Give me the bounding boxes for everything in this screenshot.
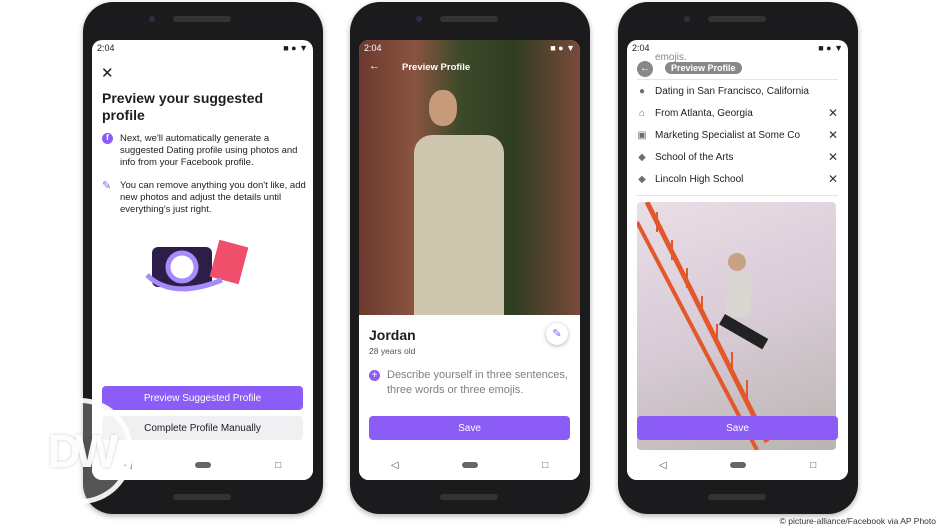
speaker-bottom [173,494,231,500]
details-list: ● Dating in San Francisco, California ⌂ Fr… [627,80,848,190]
detail-highschool: ◆ Lincoln High School ✕ [627,168,848,190]
detail-work: ▣ Marketing Specialist at Some Co ✕ [627,124,848,146]
detail-label: Marketing Specialist at Some Co [655,129,801,141]
detail-label: From Atlanta, Georgia [655,107,753,119]
detail-location: ● Dating in San Francisco, California [627,80,848,102]
speaker [440,16,498,22]
phone-2: 2:04 ■ ● ▼ ← Preview Profile Jordan 28 ye… [350,2,590,514]
save-button[interactable]: Save [369,416,570,440]
recents-icon[interactable]: □ [810,460,816,471]
edit-text: You can remove anything you don't like, … [120,180,306,215]
add-icon[interactable]: + [369,370,380,381]
recents-icon[interactable]: □ [275,460,281,471]
camera-illustration [145,239,249,292]
header-title: Preview Profile [665,62,742,74]
pencil-icon: ✎ [102,180,112,192]
close-icon[interactable]: ✕ [101,64,114,82]
back-arrow-icon[interactable]: ← [369,60,380,72]
profile-photo [359,40,580,315]
location-pin-icon: ● [638,85,646,97]
graduation-cap-icon: ◆ [638,173,646,185]
screen-profile-details: 2:04 ■ ● ▼ emojis. ← Preview Profile ● Dat… [627,40,848,480]
detail-label: Lincoln High School [655,173,744,185]
nav-bar: ◁ □ [627,450,848,480]
nav-bar: ◁ □ [359,450,580,480]
back-arrow-icon[interactable]: ← [637,61,653,77]
speaker [173,16,231,22]
photo-credit: © picture-alliance/Facebook via AP Photo [779,516,936,526]
facebook-icon: f [102,133,113,144]
back-icon[interactable]: ◁ [659,460,667,471]
phone-3: 2:04 ■ ● ▼ emojis. ← Preview Profile ● Dat… [618,2,858,514]
detail-label: School of the Arts [655,151,734,163]
home-button[interactable] [462,462,479,468]
preview-suggested-profile-button[interactable]: Preview Suggested Profile [102,386,303,410]
camera [416,16,422,22]
dw-logo: DW [27,398,133,504]
save-button[interactable]: Save [637,416,838,440]
speaker [708,16,766,22]
detail-label: Dating in San Francisco, California [655,85,809,97]
speaker-bottom [708,494,766,500]
edit-pencil-button[interactable]: ✎ [546,323,568,345]
bio-prompt[interactable]: Describe yourself in three sentences, th… [387,368,570,398]
screen-preview-profile: 2:04 ■ ● ▼ ← Preview Profile Jordan 28 ye… [359,40,580,480]
home-button[interactable] [195,462,212,468]
speaker-bottom [440,494,498,500]
screen-suggested-profile: 2:04 ■ ● ▼ ✕ Preview your suggested profi… [92,40,313,480]
status-time: 2:04 [632,43,650,53]
detail-school: ◆ School of the Arts ✕ [627,146,848,168]
profile-photo-2 [637,202,836,450]
status-icons: ■ ● ▼ [550,43,575,53]
status-icons: ■ ● ▼ [283,43,308,53]
info-text: Next, we'll automatically generate a sug… [120,133,298,168]
camera [684,16,690,22]
dw-logo-text: DW [47,425,119,477]
remove-icon[interactable]: ✕ [828,150,838,164]
detail-hometown: ⌂ From Atlanta, Georgia ✕ [627,102,848,124]
profile-age: 28 years old [369,346,416,356]
profile-name: Jordan [369,327,416,343]
briefcase-icon: ▣ [637,129,647,141]
page-title: Preview your suggested profile [102,90,264,123]
remove-icon[interactable]: ✕ [828,172,838,186]
status-time: 2:04 [97,43,115,53]
home-button[interactable] [730,462,747,468]
remove-icon[interactable]: ✕ [828,106,838,120]
home-icon: ⌂ [638,107,646,119]
back-icon[interactable]: ◁ [391,460,399,471]
status-icons: ■ ● ▼ [818,43,843,53]
header-title: Preview Profile [402,62,471,73]
complete-profile-manually-button[interactable]: Complete Profile Manually [102,416,303,440]
remove-icon[interactable]: ✕ [828,128,838,142]
status-time: 2:04 [364,43,382,53]
recents-icon[interactable]: □ [542,460,548,471]
graduation-cap-icon: ◆ [638,151,646,163]
camera [149,16,155,22]
